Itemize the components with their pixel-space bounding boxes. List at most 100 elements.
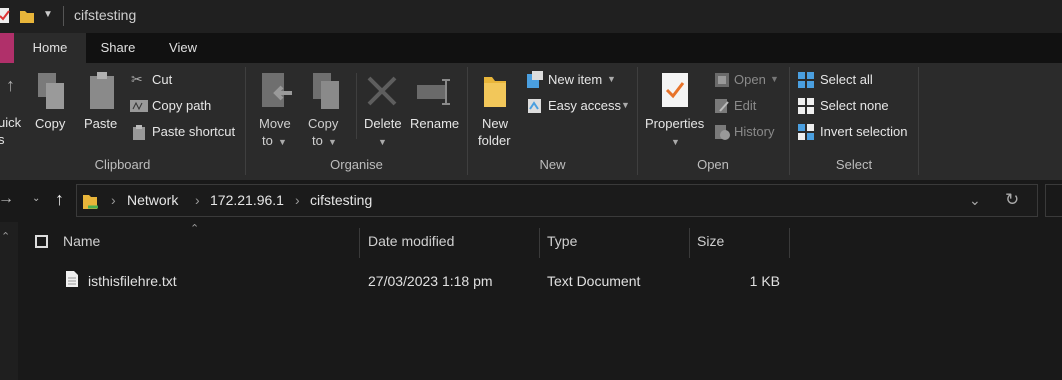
ribbon-separator [918,67,919,175]
select-none-icon [798,98,814,114]
properties-caret-icon: ▼ [671,137,680,147]
copy-button[interactable]: Copy [30,69,70,139]
history-button[interactable]: History [712,123,788,143]
scissors-icon: ✂ [131,71,143,87]
new-item-icon [527,71,543,88]
new-folder-icon [484,77,506,107]
easy-access-button[interactable]: Easy access ▼ [524,97,632,117]
open-label: Open [734,72,766,87]
new-group-label: New [539,157,566,172]
properties-button[interactable]: Properties ▼ [642,69,708,153]
new-folder-label-2: folder [478,133,511,148]
column-divider[interactable] [359,228,360,258]
quick-access-label-2: s [0,132,5,147]
copy-icon [38,73,64,109]
quick-access-dropdown-icon[interactable]: ▼ [43,9,53,20]
breadcrumb-network[interactable]: Network [127,185,178,216]
open-icon [715,73,729,87]
easy-access-label: Easy access [548,98,621,113]
cut-button[interactable]: ✂ Cut [128,71,238,91]
invert-selection-icon [798,124,814,140]
cut-label: Cut [152,72,173,87]
copy-to-icon [313,73,339,109]
select-all-label: Select all [820,72,873,87]
breadcrumb-cifstesting[interactable]: cifstesting [310,185,372,216]
column-header-size[interactable]: Size [697,233,724,249]
tab-view[interactable]: View [150,33,216,63]
column-header-date-modified[interactable]: Date modified [368,233,454,249]
column-divider[interactable] [689,228,690,258]
select-none-button[interactable]: Select none [796,97,896,117]
paste-button[interactable]: Paste [82,69,122,139]
paste-shortcut-button[interactable]: Paste shortcut [128,123,240,143]
column-header-name[interactable]: Name [63,233,100,249]
recent-locations-chevron-icon[interactable]: ⌄ [32,193,40,204]
quick-access-label-1: uick [0,115,22,130]
move-to-icon [262,73,292,107]
select-group-label: Select [835,157,873,172]
address-dropdown-chevron-icon[interactable]: ⌄ [969,192,981,209]
network-folder-icon [83,195,98,209]
new-folder-button[interactable]: New folder [472,69,520,153]
ribbon: ↑ uick s Copy Paste ✂ Cut Copy path Past… [0,63,1062,180]
breadcrumb-separator-icon[interactable]: › [195,185,200,216]
pin-icon: ↑ [6,75,15,95]
organise-group-label: Organise [330,157,383,172]
properties-icon [662,73,688,107]
breadcrumb-ip[interactable]: 172.21.96.1 [210,185,284,216]
select-all-button[interactable]: Select all [796,71,896,91]
column-divider[interactable] [539,228,540,258]
copy-to-caret-icon: ▼ [328,137,337,147]
file-size: 1 KB [749,273,780,289]
move-to-label-2: to [262,133,273,148]
copy-to-label-2: to [312,133,323,148]
easy-access-caret-icon: ▼ [621,100,630,110]
forward-arrow-icon[interactable]: → [0,190,14,208]
new-item-label: New item [548,72,603,87]
title-separator [63,6,64,26]
organise-separator [356,73,357,139]
move-to-label-1: Move [259,116,291,131]
column-divider[interactable] [789,228,790,258]
rename-icon [417,79,450,105]
column-header-type[interactable]: Type [547,233,577,249]
history-icon [715,125,730,140]
tab-home[interactable]: Home [14,33,86,63]
delete-button[interactable]: Delete ▼ [360,69,404,153]
copy-label: Copy [35,116,66,131]
history-label: History [734,124,775,139]
breadcrumb-separator-icon[interactable]: › [111,185,116,216]
open-button[interactable]: Open ▼ [712,71,784,91]
edit-button[interactable]: Edit [712,97,784,117]
copy-path-label: Copy path [152,98,212,113]
file-date-modified: 27/03/2023 1:18 pm [368,273,493,289]
folder-quick-icon[interactable] [19,8,35,24]
rename-button[interactable]: Rename [408,69,462,139]
address-bar[interactable]: › Network › 172.21.96.1 › cifstesting ⌄ … [76,184,1038,217]
edit-icon [715,99,729,113]
file-name[interactable]: isthisfilehre.txt [88,273,177,289]
up-arrow-icon[interactable]: ↑ [55,189,64,210]
properties-quick-icon[interactable] [0,7,10,25]
file-tab[interactable] [0,33,14,63]
select-all-checkbox[interactable] [35,235,48,248]
search-box[interactable] [1045,184,1062,217]
edit-label: Edit [734,98,757,113]
move-to-caret-icon: ▼ [278,137,287,147]
text-file-icon [66,271,78,287]
properties-label: Properties [645,116,705,131]
nav-pane-scroll-up-icon[interactable]: ⌃ [1,230,10,243]
title-bar: ▼ cifstesting [0,0,1062,33]
address-row: → ⌄ ↑ › Network › 172.21.96.1 › cifstest… [0,180,1062,222]
paste-shortcut-icon [133,125,145,140]
refresh-icon[interactable]: ↻ [1005,190,1019,210]
invert-selection-button[interactable]: Invert selection [796,123,914,143]
breadcrumb-separator-icon[interactable]: › [295,185,300,216]
move-to-button[interactable]: Move to ▼ [252,69,298,153]
new-item-button[interactable]: New item ▼ [524,71,628,91]
tab-share[interactable]: Share [86,33,150,63]
copy-path-button[interactable]: Copy path [128,97,238,117]
new-folder-label-1: New [482,116,509,131]
copy-to-button[interactable]: Copy to ▼ [303,69,349,153]
pin-quick-access-button[interactable]: ↑ uick s [0,63,28,153]
